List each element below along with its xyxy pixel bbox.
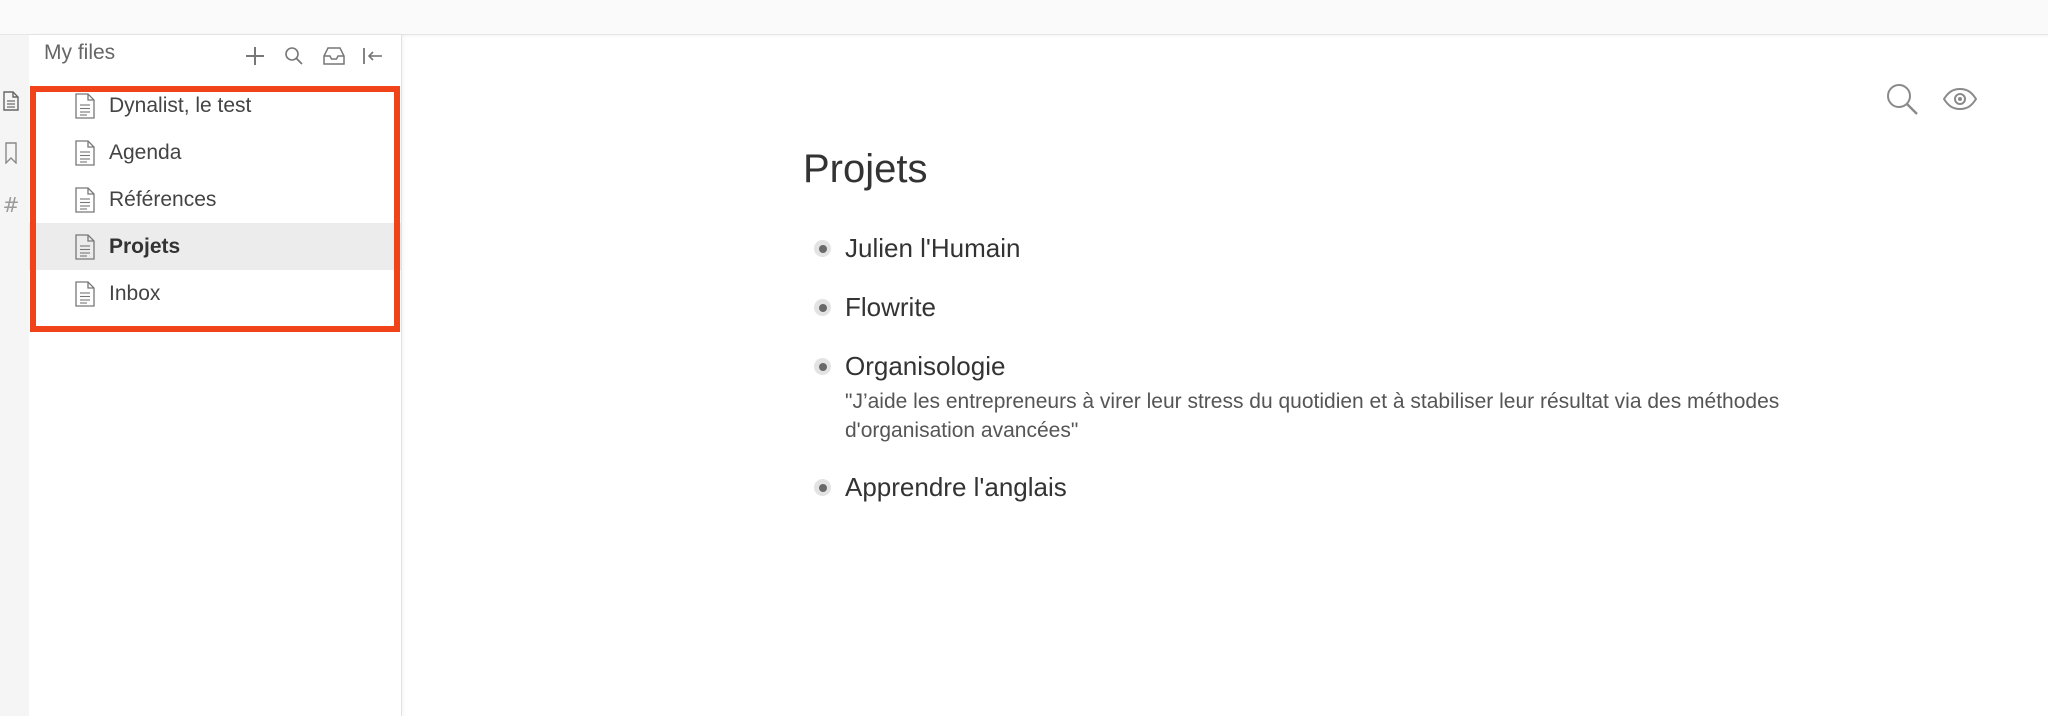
- file-label: Inbox: [109, 281, 161, 305]
- file-item-inbox[interactable]: Inbox: [29, 270, 401, 317]
- bullet-note[interactable]: "J’aide les entrepreneurs à virer leur s…: [845, 387, 1845, 445]
- file-sidebar: My files Dynalist, le test Agenda Référe…: [29, 35, 402, 716]
- bullet-icon[interactable]: [814, 358, 831, 375]
- hashtag-icon[interactable]: #: [0, 191, 22, 219]
- document-icon: [75, 93, 95, 119]
- collapse-sidebar-icon[interactable]: [360, 43, 386, 69]
- document-title[interactable]: Projets: [803, 147, 928, 192]
- file-list: Dynalist, le test Agenda Références Proj…: [29, 82, 401, 317]
- list-item: Flowrite: [802, 290, 2002, 324]
- bookmark-icon[interactable]: [0, 139, 22, 167]
- list-item: Organisologie "J’aide les entrepreneurs …: [802, 349, 2002, 445]
- file-label: Projets: [109, 234, 181, 258]
- document-icon: [75, 234, 95, 260]
- document-icon: [75, 140, 95, 166]
- sidebar-title: My files: [44, 41, 116, 64]
- file-item-agenda[interactable]: Agenda: [29, 129, 401, 176]
- bullet-icon[interactable]: [814, 240, 831, 257]
- search-icon[interactable]: [281, 43, 307, 69]
- search-icon[interactable]: [1882, 79, 1922, 119]
- file-item-projets[interactable]: Projets: [29, 223, 401, 270]
- file-icon[interactable]: [0, 87, 22, 115]
- document-area: Projets Julien l'Humain Flowrite Organis…: [402, 35, 2048, 716]
- bullet-list: Julien l'Humain Flowrite Organisologie "…: [802, 231, 2002, 529]
- file-label: Dynalist, le test: [109, 93, 252, 117]
- document-icon: [75, 281, 95, 307]
- document-icon: [75, 187, 95, 213]
- bullet-text[interactable]: Flowrite: [845, 290, 2002, 324]
- bullet-icon[interactable]: [814, 479, 831, 496]
- file-label: Références: [109, 187, 217, 211]
- file-item-dynalist-le-test[interactable]: Dynalist, le test: [29, 82, 401, 129]
- inbox-icon[interactable]: [321, 43, 347, 69]
- bullet-text[interactable]: Apprendre l'anglais: [845, 470, 2002, 504]
- file-label: Agenda: [109, 140, 182, 164]
- file-item-references[interactable]: Références: [29, 176, 401, 223]
- bullet-text[interactable]: Julien l'Humain: [845, 231, 2002, 265]
- sidebar-header: My files: [29, 35, 401, 77]
- top-bar: [0, 0, 2048, 35]
- plus-icon[interactable]: [242, 43, 268, 69]
- bullet-text[interactable]: Organisologie: [845, 349, 2002, 383]
- list-item: Apprendre l'anglais: [802, 470, 2002, 504]
- list-item: Julien l'Humain: [802, 231, 2002, 265]
- eye-icon[interactable]: [1940, 79, 1980, 119]
- icon-rail: #: [0, 35, 30, 716]
- bullet-icon[interactable]: [814, 299, 831, 316]
